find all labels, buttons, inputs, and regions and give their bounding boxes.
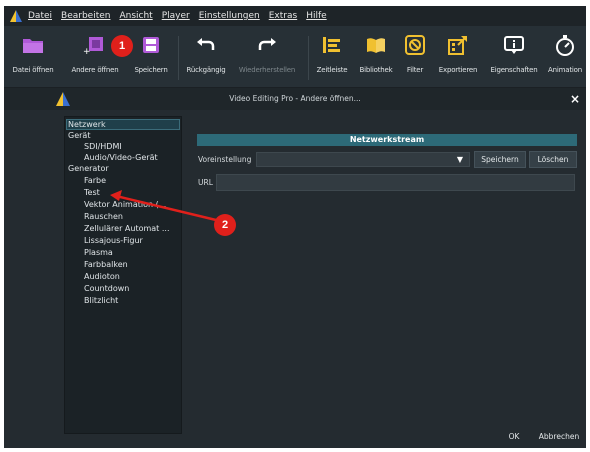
tree-item-vektor-animation[interactable]: Vektor Animation (... bbox=[84, 200, 166, 209]
main-toolbar: Datei öffnen + Andere öffnen Speichern R… bbox=[4, 26, 586, 88]
menu-ansicht[interactable]: Ansicht bbox=[119, 11, 152, 21]
library-icon bbox=[363, 30, 389, 60]
menu-datei[interactable]: Datei bbox=[28, 11, 52, 21]
library-button[interactable]: Bibliothek bbox=[354, 30, 398, 86]
tree-item-blitzlicht[interactable]: Blitzlicht bbox=[84, 296, 118, 305]
folder-icon bbox=[20, 30, 46, 60]
redo-button[interactable]: Wiederherstellen bbox=[234, 30, 300, 86]
url-label: URL bbox=[198, 178, 213, 187]
application-window: Datei Bearbeiten Ansicht Player Einstell… bbox=[4, 6, 586, 448]
dialog-title-bar: Video Editing Pro - Andere öffnen... × bbox=[4, 88, 586, 110]
filter-icon bbox=[402, 30, 428, 60]
annotation-badge-2: 2 bbox=[214, 214, 236, 236]
preset-delete-button[interactable]: Löschen bbox=[529, 151, 577, 168]
toolbar-separator bbox=[308, 36, 309, 80]
tree-item-geraet[interactable]: Gerät bbox=[68, 131, 90, 140]
redo-icon bbox=[254, 30, 280, 60]
properties-icon bbox=[501, 30, 527, 60]
tree-item-plasma[interactable]: Plasma bbox=[84, 248, 113, 257]
tree-item-generator[interactable]: Generator bbox=[68, 164, 109, 173]
tree-item-rauschen[interactable]: Rauschen bbox=[84, 212, 123, 221]
filter-button[interactable]: Filter bbox=[400, 30, 430, 86]
preset-dropdown[interactable]: ▼ bbox=[256, 152, 470, 167]
cancel-button[interactable]: Abbrechen bbox=[534, 429, 584, 446]
open-other-icon: + bbox=[82, 30, 108, 60]
annotation-badge-1: 1 bbox=[111, 35, 133, 57]
tree-item-audioton[interactable]: Audioton bbox=[84, 272, 120, 281]
export-icon bbox=[445, 30, 471, 60]
url-input[interactable] bbox=[216, 174, 575, 191]
source-tree: Netzwerk Gerät SDI/HDMI Audio/Video-Gerä… bbox=[64, 116, 182, 434]
ok-button[interactable]: OK bbox=[503, 429, 525, 446]
export-button[interactable]: Exportieren bbox=[432, 30, 484, 86]
tree-item-lissajous-figur[interactable]: Lissajous-Figur bbox=[84, 236, 143, 245]
tree-item-test[interactable]: Test bbox=[84, 188, 100, 197]
menu-bearbeiten[interactable]: Bearbeiten bbox=[61, 11, 110, 21]
timeline-button[interactable]: Zeitleiste bbox=[310, 30, 354, 86]
section-header-netzwerkstream: Netzwerkstream bbox=[197, 134, 577, 146]
undo-button[interactable]: Rückgängig bbox=[180, 30, 232, 86]
save-icon bbox=[138, 30, 164, 60]
tree-item-audio-video-geraet[interactable]: Audio/Video-Gerät bbox=[84, 153, 158, 162]
animation-button[interactable]: Animation bbox=[544, 30, 586, 86]
app-logo-icon bbox=[8, 9, 24, 23]
toolbar-separator bbox=[178, 36, 179, 80]
menu-einstellungen[interactable]: Einstellungen bbox=[199, 11, 260, 21]
open-file-button[interactable]: Datei öffnen bbox=[6, 30, 60, 86]
close-icon[interactable]: × bbox=[570, 92, 580, 106]
menu-extras[interactable]: Extras bbox=[269, 11, 297, 21]
svg-text:+: + bbox=[83, 47, 91, 55]
save-button[interactable]: Speichern bbox=[128, 30, 174, 86]
menu-hilfe[interactable]: Hilfe bbox=[306, 11, 326, 21]
chevron-down-icon: ▼ bbox=[456, 155, 463, 164]
tree-item-zellulaerer-automat[interactable]: Zellulärer Automat ... bbox=[84, 224, 170, 233]
animation-icon bbox=[552, 30, 578, 60]
dialog-title: Video Editing Pro - Andere öffnen... bbox=[229, 94, 361, 103]
tree-item-farbbalken[interactable]: Farbbalken bbox=[84, 260, 128, 269]
open-other-dialog: Netzwerk Gerät SDI/HDMI Audio/Video-Gerä… bbox=[4, 110, 586, 448]
menu-player[interactable]: Player bbox=[162, 11, 190, 21]
undo-icon bbox=[193, 30, 219, 60]
tree-item-netzwerk[interactable]: Netzwerk bbox=[66, 119, 180, 130]
tree-item-countdown[interactable]: Countdown bbox=[84, 284, 129, 293]
timeline-icon bbox=[319, 30, 345, 60]
preset-save-button[interactable]: Speichern bbox=[474, 151, 526, 168]
tree-item-sdi-hdmi[interactable]: SDI/HDMI bbox=[84, 142, 122, 151]
preset-label: Voreinstellung bbox=[198, 155, 252, 164]
menu-bar: Datei Bearbeiten Ansicht Player Einstell… bbox=[4, 6, 586, 26]
tree-item-farbe[interactable]: Farbe bbox=[84, 176, 106, 185]
properties-button[interactable]: Eigenschaften bbox=[486, 30, 542, 86]
